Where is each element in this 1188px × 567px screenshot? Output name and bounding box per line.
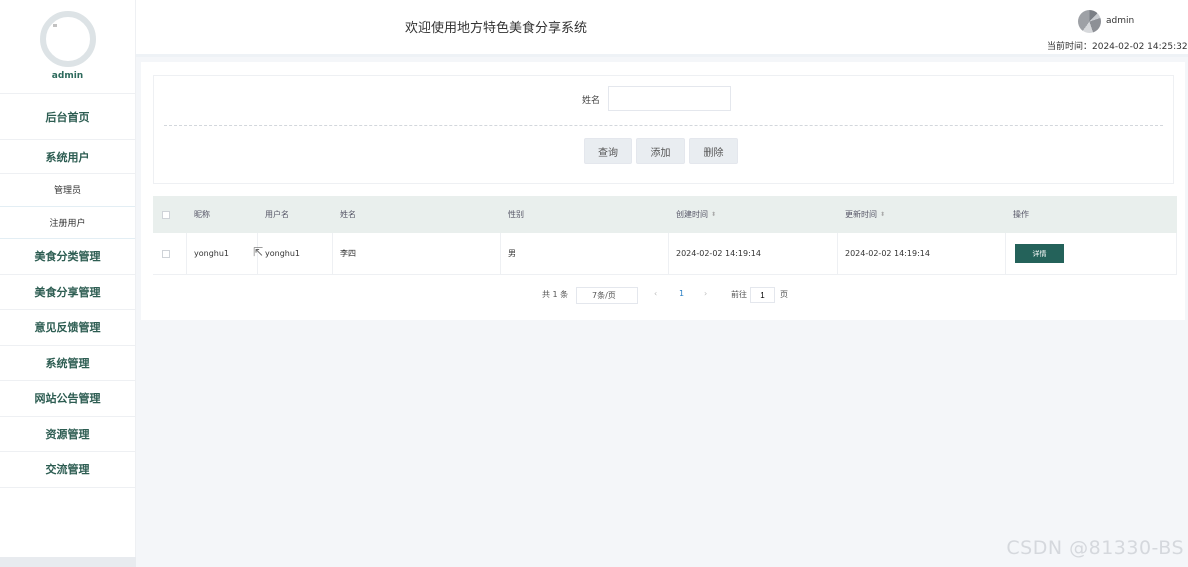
query-button[interactable]: 查询 [584,138,632,164]
sidebar-subitem-registered-users[interactable]: 注册用户 [0,207,135,239]
sidebar-item-food-category[interactable]: 美食分类管理 [0,239,135,275]
sidebar-username: admin [51,71,84,81]
page-title: 欢迎使用地方特色美食分享系统 [405,21,588,36]
row-checkbox[interactable] [162,249,170,258]
header-username[interactable]: admin [1106,16,1134,26]
detail-button[interactable]: 详情 [1015,244,1064,263]
header-cell-action: 操作 [1013,210,1029,219]
sidebar-item-resources[interactable]: 资源管理 [0,417,135,452]
name-label: 姓名 [582,96,601,106]
main-content: 姓名 查询 添加 删除 昵称 用户名 姓名 性别 创建时间 ⬍ 更新时间 ⬍ 操作 … [141,62,1185,320]
cell-gender: 男 [501,233,669,274]
header-cell-updated[interactable]: 更新时间 ⬍ [838,196,1006,233]
sidebar: admin 后台首页 系统用户 管理员 注册用户 美食分类管理 美食分享管理 意… [0,0,136,567]
avatar[interactable] [39,11,96,67]
user-table: 昵称 用户名 姓名 性别 创建时间 ⬍ 更新时间 ⬍ 操作 yonghu1 yong… [153,196,1177,275]
sidebar-item-system-manage[interactable]: 系统管理 [0,346,135,381]
sidebar-footer [0,557,136,567]
cell-created: 2024-02-02 14:19:14 [669,233,838,274]
mouse-cursor-icon: ⇱ [253,245,264,259]
table-row[interactable]: yonghu1 yonghu1 李四 男 2024-02-02 14:19:14… [153,233,1177,275]
cell-action: 详情 [1006,233,1177,274]
cell-nickname: yonghu1 [187,233,258,274]
name-search-input[interactable] [608,86,731,111]
cell-username: yonghu1 [258,233,333,274]
table-header: 昵称 用户名 姓名 性别 创建时间 ⬍ 更新时间 ⬍ 操作 [153,196,1177,233]
add-button[interactable]: 添加 [636,138,685,164]
header-cell-gender: 性别 [508,210,524,219]
page-suffix: 页 [780,290,788,299]
sort-icon[interactable]: ⬍ [880,211,885,218]
sort-icon[interactable]: ⬍ [711,211,716,218]
delete-button[interactable]: 删除 [689,138,738,164]
select-all-checkbox[interactable] [162,210,170,219]
header-cell-username: 用户名 [265,210,289,219]
cell-name: 李四 [333,233,501,274]
user-avatar-icon[interactable] [1078,10,1101,33]
current-time: 当前时间：2024-02-02 14:25:32 [1047,42,1188,52]
divider [164,125,1163,126]
watermark: CSDN @81330-BS [1006,537,1184,559]
pager-total: 共 1 条 [542,290,569,299]
goto-page-input[interactable] [750,287,775,303]
next-page-icon[interactable]: › [704,289,707,298]
sidebar-item-announcement[interactable]: 网站公告管理 [0,381,135,417]
goto-label: 前往 [731,290,747,299]
header-cell-select [153,196,187,233]
sidebar-item-system-users[interactable]: 系统用户 [0,140,135,174]
sidebar-item-exchange[interactable]: 交流管理 [0,452,135,488]
page-size-select[interactable]: 7条/页 [576,287,638,304]
sidebar-subitem-admins[interactable]: 管理员 [0,174,135,207]
cell-updated: 2024-02-02 14:19:14 [838,233,1006,274]
prev-page-icon[interactable]: ‹ [654,289,657,298]
header-cell-created[interactable]: 创建时间 ⬍ [669,196,838,233]
row-select-cell [153,233,187,274]
search-panel: 姓名 查询 添加 删除 [153,75,1174,184]
sidebar-item-feedback[interactable]: 意见反馈管理 [0,310,135,346]
sidebar-item-food-share[interactable]: 美食分享管理 [0,275,135,310]
header-cell-name: 姓名 [340,210,356,219]
pagination: 共 1 条 7条/页 ‹ 1 › 前往 页 [141,287,1185,307]
header: 欢迎使用地方特色美食分享系统 admin 当前时间：2024-02-02 14:… [136,0,1188,57]
sidebar-item-home[interactable]: 后台首页 [0,94,135,140]
header-cell-nickname: 昵称 [194,210,210,219]
sidebar-profile: admin [0,0,135,94]
page-number-current[interactable]: 1 [679,289,684,298]
